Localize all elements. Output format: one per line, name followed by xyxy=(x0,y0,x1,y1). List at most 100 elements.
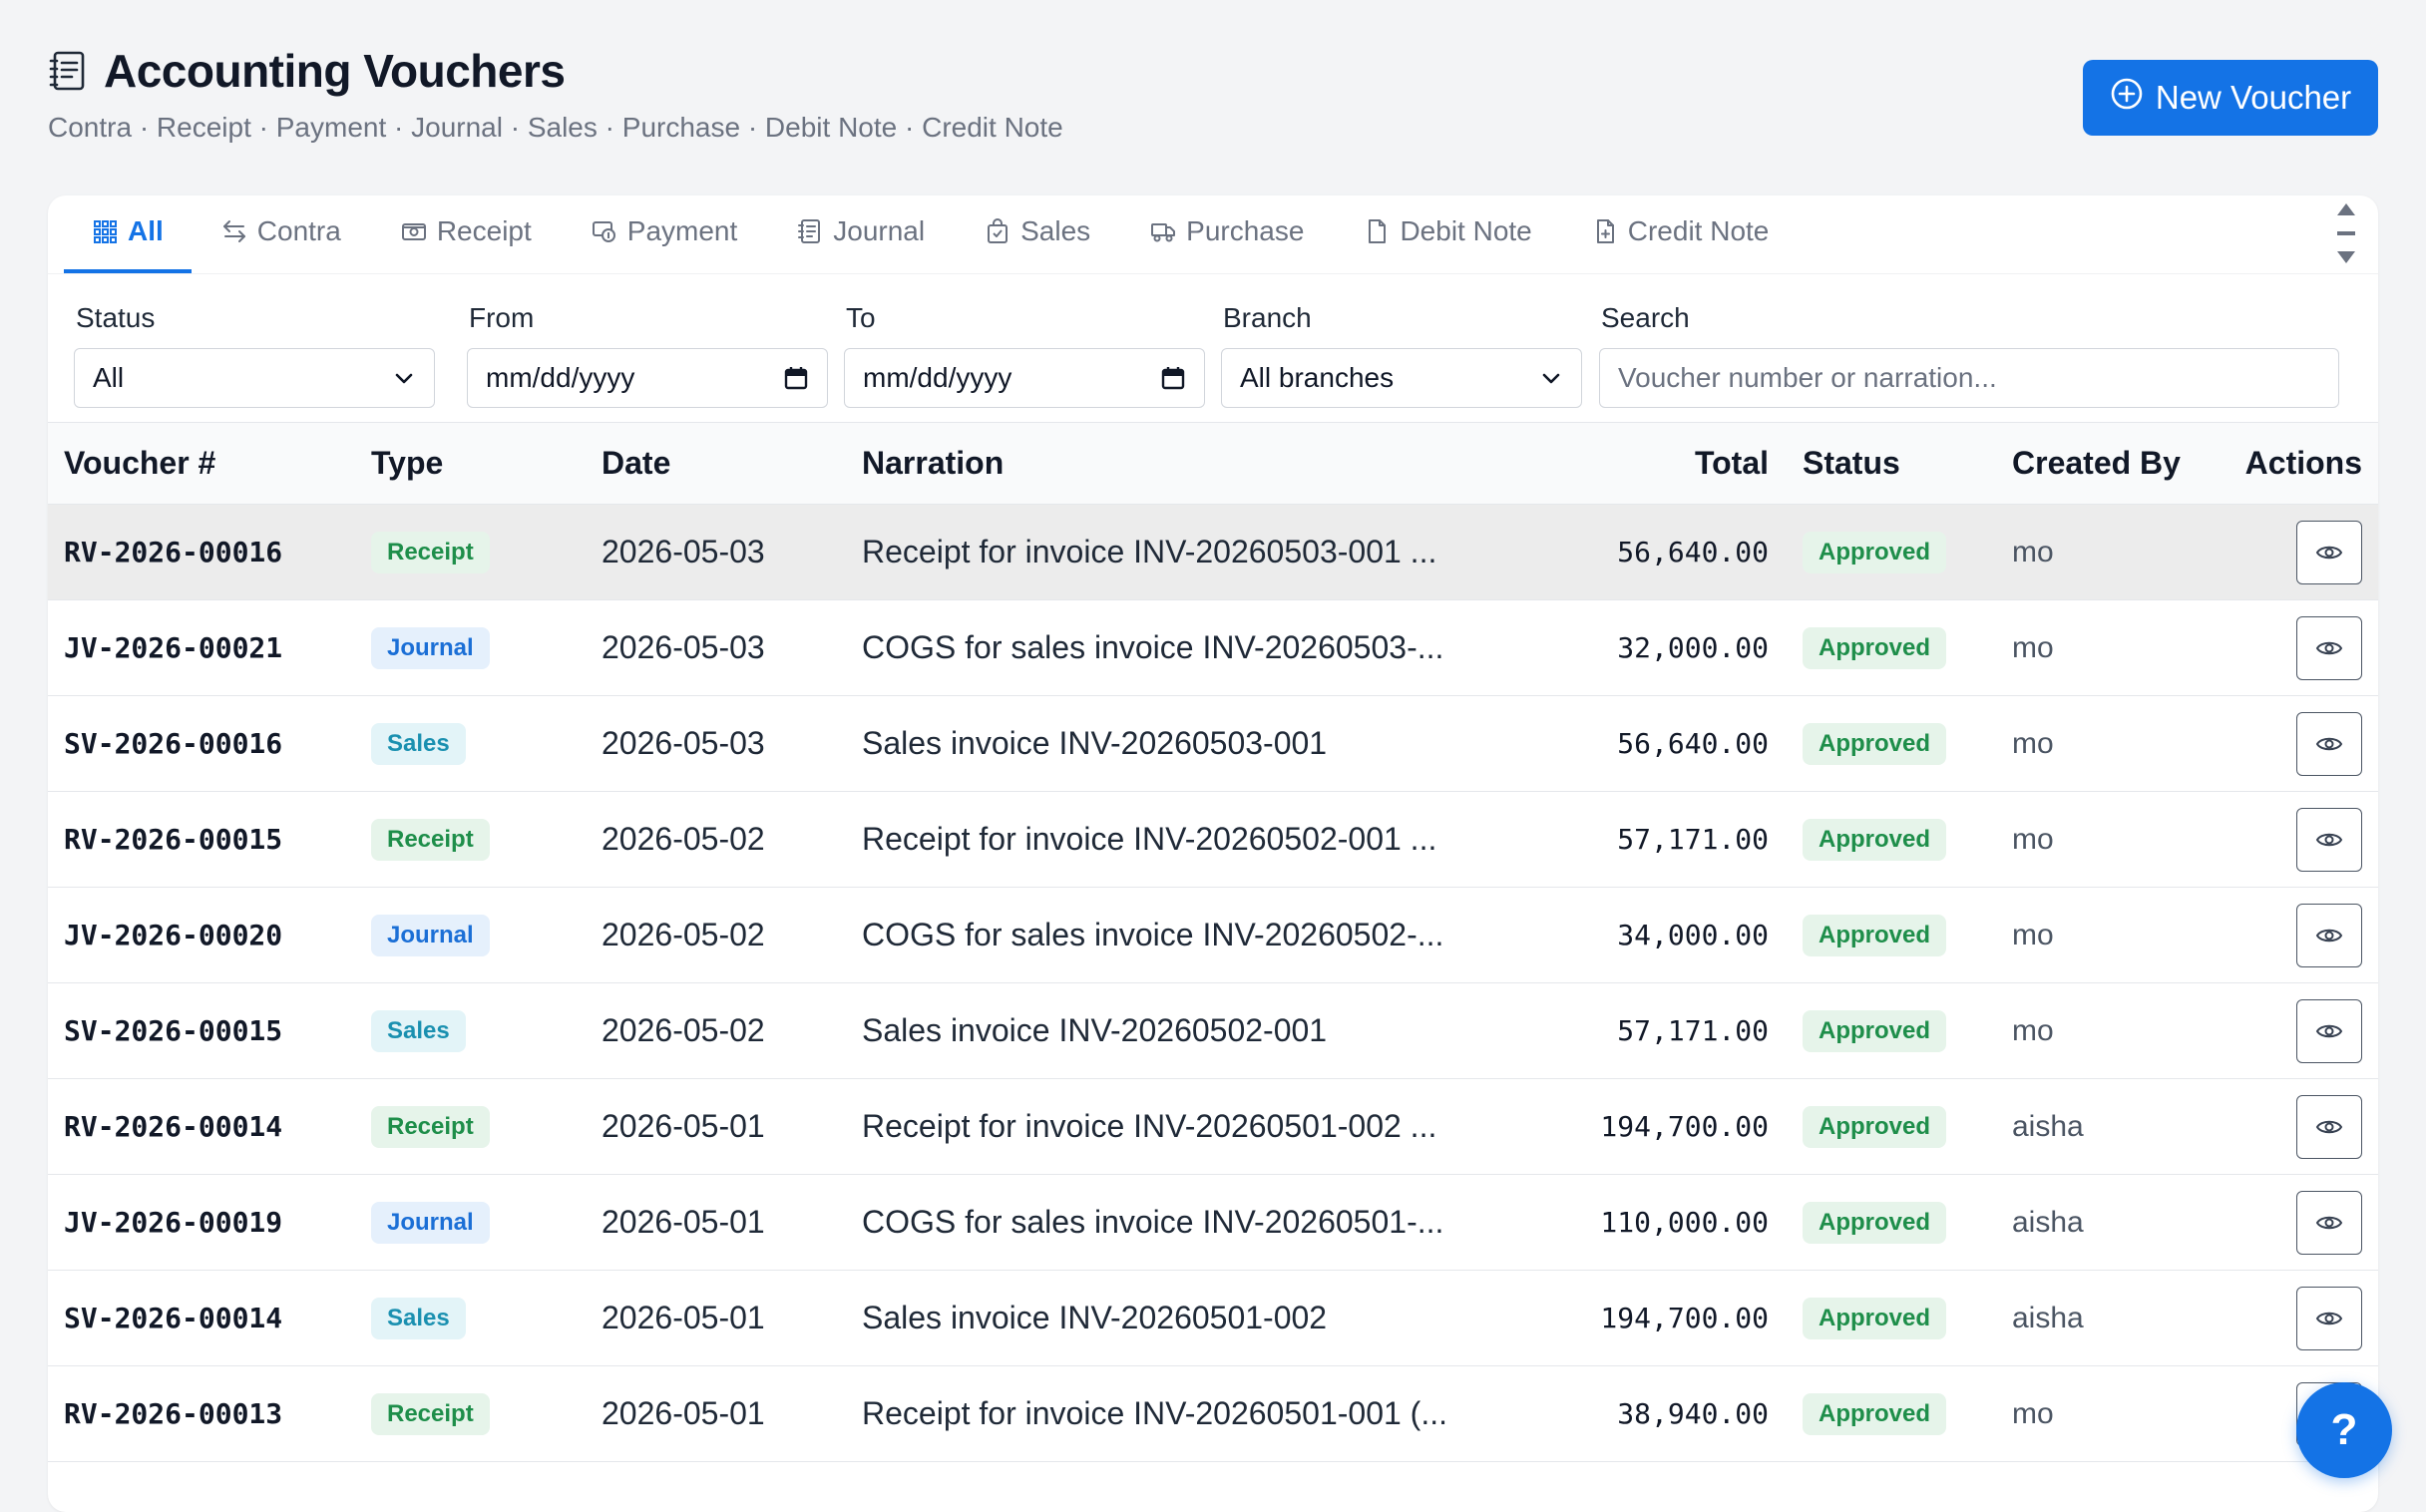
type-badge: Sales xyxy=(371,1010,466,1052)
tab-all[interactable]: All xyxy=(64,215,192,273)
tab-debit-note[interactable]: Debit Note xyxy=(1334,215,1561,273)
new-voucher-label: New Voucher xyxy=(2155,79,2352,116)
document-icon xyxy=(1364,218,1390,244)
created-by-cell: mo xyxy=(2012,726,2054,760)
table-row[interactable]: RV-2026-00015 Receipt 2026-05-02 Receipt fo… xyxy=(48,792,2378,888)
type-cell: Journal xyxy=(355,888,586,983)
voucher-number-cell[interactable]: SV-2026-00015 xyxy=(48,983,355,1079)
page-title: Accounting Vouchers xyxy=(104,45,566,97)
table-row[interactable]: RV-2026-00014 Receipt 2026-05-01 Receipt fo… xyxy=(48,1079,2378,1175)
search-input[interactable]: Voucher number or narration... xyxy=(1599,348,2339,408)
table-row[interactable]: RV-2026-00016 Receipt 2026-05-03 Receipt fo… xyxy=(48,504,2378,600)
total-column-header[interactable]: Total xyxy=(1564,423,1787,505)
payment-icon xyxy=(592,218,617,244)
tab-payment[interactable]: Payment xyxy=(562,215,768,273)
branch-select[interactable]: All branches xyxy=(1221,348,1582,408)
created-by-cell: aisha xyxy=(2012,1109,2084,1143)
narration-column-header[interactable]: Narration xyxy=(846,423,1564,505)
tab-sales[interactable]: Sales xyxy=(955,215,1120,273)
narration-cell: Sales invoice INV-20260502-001 xyxy=(862,1012,1328,1048)
scroll-down-icon[interactable] xyxy=(2335,249,2357,265)
view-button[interactable] xyxy=(2296,807,2362,872)
tab-label: Sales xyxy=(1020,215,1091,246)
type-badge: Sales xyxy=(371,1298,466,1339)
type-badge: Receipt xyxy=(371,532,490,573)
total-cell: 194,700.00 xyxy=(1600,1302,1769,1334)
view-button[interactable] xyxy=(2296,998,2362,1063)
scroll-handle-icon xyxy=(2337,231,2355,235)
tabs-scroll-control[interactable] xyxy=(2332,201,2360,265)
type-cell: Receipt xyxy=(355,505,586,600)
voucher-number-cell[interactable]: RV-2026-00015 xyxy=(48,792,355,888)
scroll-up-icon[interactable] xyxy=(2335,201,2357,217)
view-button[interactable] xyxy=(2296,711,2362,776)
narration-cell: COGS for sales invoice INV-20260503-... xyxy=(862,629,1444,665)
to-filter: To mm/dd/yyyy xyxy=(844,302,1205,408)
voucher-number-cell[interactable]: JV-2026-00019 xyxy=(48,1175,355,1271)
view-button[interactable] xyxy=(2296,1190,2362,1255)
created-by-cell: mo xyxy=(2012,918,2054,951)
status-cell: Approved xyxy=(1787,696,1996,792)
search-filter-label: Search xyxy=(1601,302,1690,333)
tab-credit-note[interactable]: Credit Note xyxy=(1562,215,1800,273)
created-by-cell: mo xyxy=(2012,822,2054,856)
status-badge: Approved xyxy=(1803,1202,1947,1244)
from-date-input[interactable]: mm/dd/yyyy xyxy=(467,348,828,408)
voucher-number-cell[interactable]: SV-2026-00016 xyxy=(48,696,355,792)
view-button[interactable] xyxy=(2296,520,2362,584)
help-button[interactable]: ? xyxy=(2296,1382,2392,1478)
status-column-header[interactable]: Status xyxy=(1787,423,1996,505)
view-button[interactable] xyxy=(2296,903,2362,967)
voucher-number-cell[interactable]: SV-2026-00014 xyxy=(48,1271,355,1366)
table-row[interactable]: SV-2026-00015 Sales 2026-05-02 Sales invoic… xyxy=(48,983,2378,1079)
table-row[interactable]: JV-2026-00021 Journal 2026-05-03 COGS for s… xyxy=(48,600,2378,696)
table-row[interactable]: SV-2026-00016 Sales 2026-05-03 Sales invoic… xyxy=(48,696,2378,792)
voucher-number-cell[interactable]: RV-2026-00014 xyxy=(48,1079,355,1175)
tab-label: Debit Note xyxy=(1400,215,1532,246)
tab-label: Contra xyxy=(256,215,341,246)
tab-receipt[interactable]: Receipt xyxy=(371,215,562,273)
status-badge: Approved xyxy=(1803,1106,1947,1148)
date-cell: 2026-05-01 xyxy=(602,1204,765,1240)
voucher-column-header[interactable]: Voucher # xyxy=(48,423,355,505)
vouchers-card: All Contra Receipt Payment Journal Sales Purch… xyxy=(48,195,2378,1512)
tab-journal[interactable]: Journal xyxy=(767,215,955,273)
new-voucher-button[interactable]: New Voucher xyxy=(2083,60,2378,136)
actions-cell xyxy=(2220,505,2378,600)
actions-cell xyxy=(2220,600,2378,696)
total-cell: 38,940.00 xyxy=(1617,1397,1769,1430)
view-button[interactable] xyxy=(2296,1094,2362,1159)
calendar-icon[interactable] xyxy=(1160,365,1186,391)
table-row[interactable]: SV-2026-00014 Sales 2026-05-01 Sales invoic… xyxy=(48,1271,2378,1366)
total-cell: 32,000.00 xyxy=(1617,631,1769,664)
voucher-number-cell[interactable]: JV-2026-00020 xyxy=(48,888,355,983)
plus-circle-icon xyxy=(2110,77,2144,119)
total-cell: 57,171.00 xyxy=(1617,1014,1769,1047)
status-badge: Approved xyxy=(1803,1010,1947,1052)
tab-purchase[interactable]: Purchase xyxy=(1120,215,1334,273)
voucher-number-cell[interactable]: RV-2026-00013 xyxy=(48,1366,355,1462)
type-badge: Receipt xyxy=(371,1393,490,1435)
total-cell: 194,700.00 xyxy=(1600,1110,1769,1143)
voucher-number-cell[interactable]: JV-2026-00021 xyxy=(48,600,355,696)
table-row[interactable]: JV-2026-00019 Journal 2026-05-01 COGS for s… xyxy=(48,1175,2378,1271)
type-cell: Sales xyxy=(355,696,586,792)
type-badge: Journal xyxy=(371,915,490,956)
created-by-column-header[interactable]: Created By xyxy=(1996,423,2220,505)
status-cell: Approved xyxy=(1787,505,1996,600)
tab-contra[interactable]: Contra xyxy=(192,215,371,273)
view-button[interactable] xyxy=(2296,1286,2362,1350)
to-date-input[interactable]: mm/dd/yyyy xyxy=(844,348,1205,408)
status-select[interactable]: All xyxy=(74,348,435,408)
narration-cell: Receipt for invoice INV-20260501-002 ... xyxy=(862,1108,1437,1144)
document-plus-icon xyxy=(1592,218,1618,244)
table-row[interactable]: JV-2026-00020 Journal 2026-05-02 COGS for s… xyxy=(48,888,2378,983)
date-column-header[interactable]: Date xyxy=(586,423,846,505)
eye-icon xyxy=(2315,926,2343,945)
eye-icon xyxy=(2315,638,2343,658)
type-column-header[interactable]: Type xyxy=(355,423,586,505)
calendar-icon[interactable] xyxy=(783,365,809,391)
table-row[interactable]: RV-2026-00013 Receipt 2026-05-01 Receipt fo… xyxy=(48,1366,2378,1462)
view-button[interactable] xyxy=(2296,615,2362,680)
voucher-number-cell[interactable]: RV-2026-00016 xyxy=(48,505,355,600)
